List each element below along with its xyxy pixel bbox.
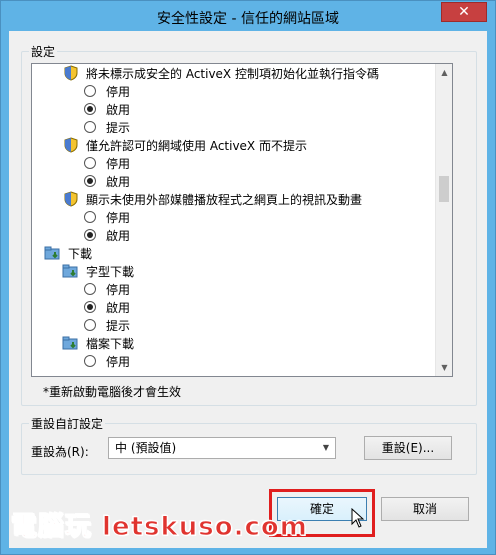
reset-group-label: 重設自訂設定 <box>29 415 106 432</box>
vertical-scrollbar[interactable]: ▲ ▼ <box>435 64 452 376</box>
radio-button[interactable] <box>84 121 96 133</box>
settings-tree[interactable]: 將未標示成安全的 ActiveX 控制項初始化並執行指令碼 停用 啟用 提示 僅允許認可… <box>31 63 453 377</box>
security-level-select[interactable]: 中 (預設值) ▼ <box>108 437 336 459</box>
tree-item-label: 停用 <box>106 354 131 369</box>
subcategory-item: 檔案下載 <box>62 334 134 352</box>
radio-option[interactable]: 啟用 <box>84 172 130 190</box>
scroll-down-icon[interactable]: ▼ <box>436 359 452 376</box>
tree-item-label: 停用 <box>106 282 131 297</box>
watermark: 電腦玩 letskuso.com <box>11 512 308 543</box>
tree-item-label: 僅允許認可的網域使用 ActiveX 而不提示 <box>86 138 307 153</box>
tree-item-label: 停用 <box>106 210 131 225</box>
tree-item-label: 啟用 <box>106 228 131 243</box>
setting-item: 僅允許認可的網域使用 ActiveX 而不提示 <box>64 136 307 154</box>
radio-option[interactable]: 停用 <box>84 352 130 370</box>
download-folder-icon <box>44 246 60 260</box>
restart-note: *重新啟動電腦後才會生效 <box>43 385 182 399</box>
radio-option[interactable]: 提示 <box>84 316 130 334</box>
title-bar[interactable]: 安全性設定 - 信任的網站區域 ✕ <box>1 1 495 31</box>
chevron-down-icon: ▼ <box>322 443 330 452</box>
tree-item-label: 啟用 <box>106 174 131 189</box>
shield-icon <box>64 137 78 153</box>
tree-item-label: 啟用 <box>106 300 131 315</box>
scrollbar-thumb[interactable] <box>439 176 449 202</box>
category-item: 下載 <box>44 244 92 262</box>
tree-item-label: 提示 <box>106 120 131 135</box>
tree-item-label: 下載 <box>68 246 93 261</box>
tree-item-label: 停用 <box>106 84 131 99</box>
download-folder-icon <box>62 264 78 278</box>
cancel-button[interactable]: 取消 <box>381 497 469 521</box>
radio-button[interactable] <box>84 283 96 295</box>
shield-icon <box>64 65 78 81</box>
radio-button[interactable] <box>84 229 96 241</box>
radio-option[interactable]: 啟用 <box>84 100 130 118</box>
settings-tree-content: 將未標示成安全的 ActiveX 控制項初始化並執行指令碼 停用 啟用 提示 僅允許認可… <box>32 64 437 376</box>
radio-option[interactable]: 啟用 <box>84 226 130 244</box>
reset-button[interactable]: 重設(E)... <box>364 436 452 460</box>
reset-to-label: 重設為(R): <box>31 445 89 459</box>
radio-option[interactable]: 停用 <box>84 154 130 172</box>
radio-option[interactable]: 停用 <box>84 208 130 226</box>
radio-button[interactable] <box>84 157 96 169</box>
settings-group-label: 設定 <box>29 43 58 60</box>
subcategory-item: 字型下載 <box>62 262 134 280</box>
radio-button[interactable] <box>84 103 96 115</box>
scroll-up-icon[interactable]: ▲ <box>436 64 452 81</box>
mouse-pointer-icon <box>351 508 365 528</box>
tree-item-label: 停用 <box>106 156 131 171</box>
security-level-value: 中 (預設值) <box>115 441 177 455</box>
radio-option[interactable]: 停用 <box>84 280 130 298</box>
setting-item: 顯示未使用外部媒體播放程式之網頁上的視訊及動畫 <box>64 190 362 208</box>
radio-button[interactable] <box>84 211 96 223</box>
tree-item-label: 提示 <box>106 318 131 333</box>
tree-item-label: 顯示未使用外部媒體播放程式之網頁上的視訊及動畫 <box>86 192 363 207</box>
shield-icon <box>64 191 78 207</box>
radio-option[interactable]: 停用 <box>84 82 130 100</box>
download-folder-icon <box>62 336 78 350</box>
window-title: 安全性設定 - 信任的網站區域 <box>157 11 339 27</box>
radio-button[interactable] <box>84 301 96 313</box>
radio-button[interactable] <box>84 355 96 367</box>
tree-item-label: 將未標示成安全的 ActiveX 控制項初始化並執行指令碼 <box>86 66 379 81</box>
radio-option[interactable]: 啟用 <box>84 298 130 316</box>
radio-button[interactable] <box>84 85 96 97</box>
tree-item-label: 檔案下載 <box>86 336 135 351</box>
radio-option[interactable]: 提示 <box>84 118 130 136</box>
close-button[interactable]: ✕ <box>441 2 487 22</box>
radio-button[interactable] <box>84 175 96 187</box>
setting-item: 將未標示成安全的 ActiveX 控制項初始化並執行指令碼 <box>64 64 379 82</box>
dialog-window: 安全性設定 - 信任的網站區域 ✕ 設定 將未標示成安全的 ActiveX 控制… <box>0 0 496 555</box>
radio-button[interactable] <box>84 319 96 331</box>
tree-item-label: 字型下載 <box>86 264 135 279</box>
tree-item-label: 啟用 <box>106 102 131 117</box>
